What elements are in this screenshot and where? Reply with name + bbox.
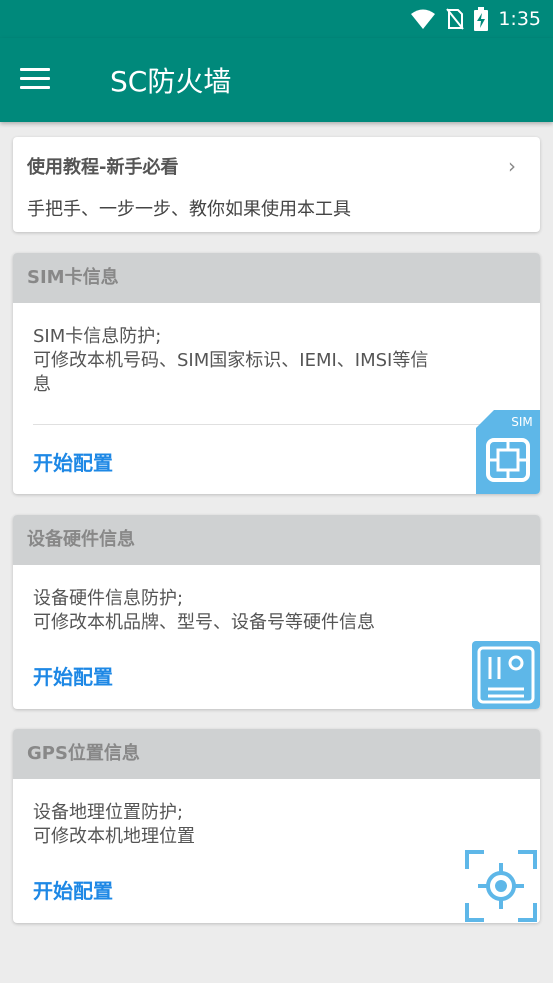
sim-desc-line2: 可修改本机号码、SIM国家标识、IEMI、IMSI等信 [33,350,429,371]
menu-icon [20,77,50,80]
hardware-info-card: 设备硬件信息 设备硬件信息防护; 可修改本机品牌、型号、设备号等硬件信息 开始配… [13,515,540,709]
gps-desc-line1: 设备地理位置防护; [33,802,184,823]
wifi-icon [411,9,436,29]
menu-button[interactable] [20,62,60,98]
tutorial-description: 手把手、一步一步、教你如果使用本工具 [27,199,351,220]
hardware-start-config-button[interactable]: 开始配置 [33,661,113,690]
circuit-board-icon [472,641,540,709]
divider [33,424,484,425]
sim-card-body: SIM卡信息防护; 可修改本机号码、SIM国家标识、IEMI、IMSI等信 息 [13,303,540,397]
app-bar: SC防火墙 [0,38,553,122]
gps-info-card: GPS位置信息 设备地理位置防护; 可修改本机地理位置 开始配置 [13,729,540,923]
sim-start-config-button[interactable]: 开始配置 [33,447,113,476]
sim-info-card: SIM卡信息 SIM卡信息防护; 可修改本机号码、SIM国家标识、IEMI、IM… [13,253,540,494]
app-title: SC防火墙 [110,65,232,98]
tutorial-title: 使用教程-新手必看 [27,157,179,178]
menu-icon [20,86,50,89]
gps-desc-line2: 可修改本机地理位置 [33,826,195,847]
gps-start-config-button[interactable]: 开始配置 [33,875,113,904]
no-sim-icon [446,8,465,30]
hardware-card-body: 设备硬件信息防护; 可修改本机品牌、型号、设备号等硬件信息 [13,565,540,635]
sim-card-icon: SIM [476,410,540,494]
battery-charging-icon [474,7,489,31]
sim-card-header: SIM卡信息 [13,253,540,303]
location-target-icon [465,850,537,922]
sim-desc-line1: SIM卡信息防护; [33,326,162,347]
hardware-card-header: 设备硬件信息 [13,515,540,565]
hardware-desc-line2: 可修改本机品牌、型号、设备号等硬件信息 [33,612,375,633]
menu-icon [20,68,50,71]
status-bar: 1:35 [0,0,553,38]
sim-desc-line3: 息 [33,374,51,395]
gps-card-header: GPS位置信息 [13,729,540,779]
chevron-right-icon: › [508,154,516,178]
hardware-desc-line1: 设备硬件信息防护; [33,588,184,609]
status-time: 1:35 [498,8,541,30]
status-icons: 1:35 [410,7,541,31]
gps-card-body: 设备地理位置防护; 可修改本机地理位置 [13,779,540,849]
tutorial-card[interactable]: 使用教程-新手必看 › 手把手、一步一步、教你如果使用本工具 [13,137,540,232]
sim-icon-label: SIM [511,415,533,429]
